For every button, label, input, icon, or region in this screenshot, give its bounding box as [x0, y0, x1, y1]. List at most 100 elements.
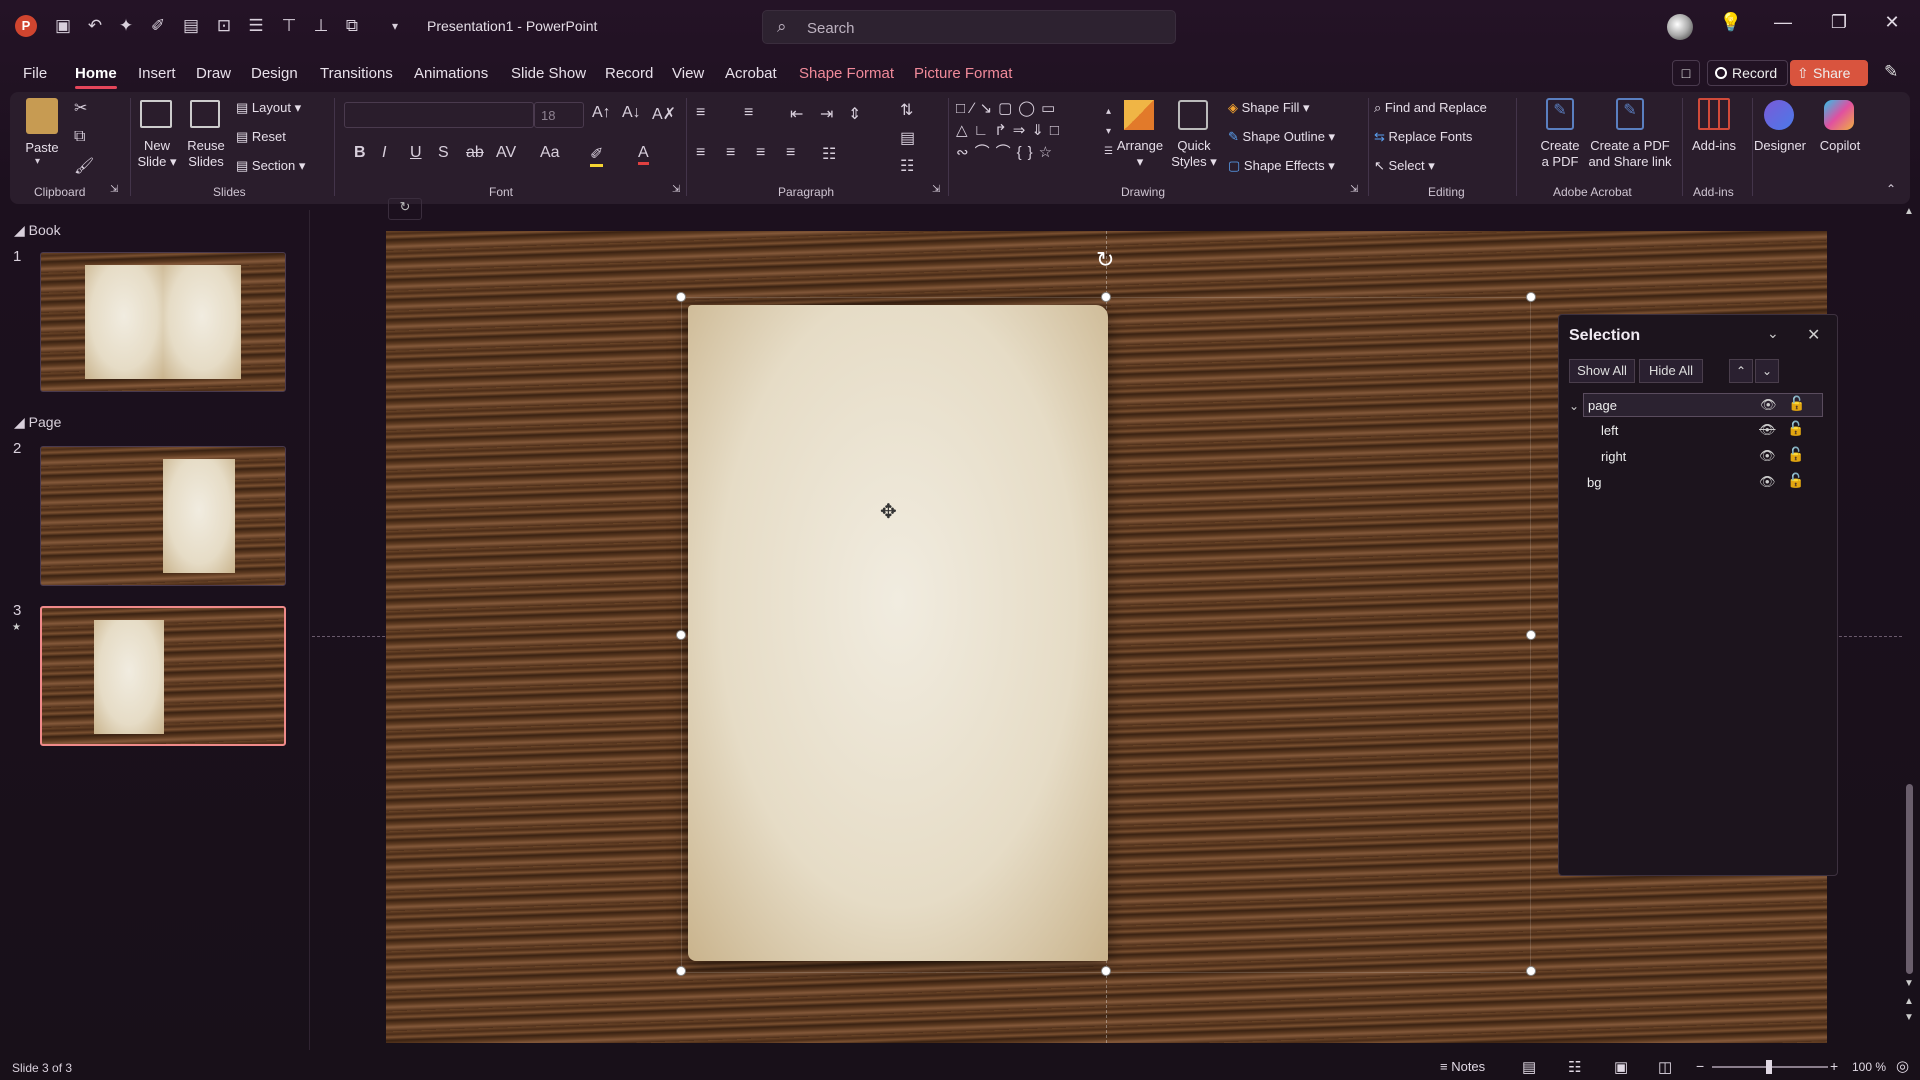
zoom-slider-thumb[interactable] — [1766, 1060, 1772, 1074]
shadow-icon[interactable]: S — [438, 144, 449, 162]
grow-font-icon[interactable]: A↑ — [592, 104, 611, 122]
tab-record[interactable]: Record — [605, 65, 653, 82]
font-name-combo[interactable] — [344, 102, 534, 128]
feedback-icon[interactable]: ✎ — [1884, 62, 1898, 82]
resize-handle[interactable] — [676, 292, 686, 302]
scroll-up-icon[interactable]: ▲ — [1904, 206, 1914, 217]
pane-close-icon[interactable]: ✕ — [1807, 325, 1820, 345]
undo-icon[interactable]: ↶ — [83, 14, 107, 38]
tab-animations[interactable]: Animations — [414, 65, 488, 82]
find-replace-button[interactable]: ⌕ Find and Replace — [1374, 100, 1487, 116]
align-icon[interactable]: ▤ — [179, 14, 203, 38]
text-direction-icon[interactable]: ⇅ — [900, 100, 913, 120]
vertical-scrollbar[interactable]: ▲ ▼ ▲ ▼ — [1900, 206, 1920, 1046]
share-button[interactable]: ⇧ Share — [1790, 60, 1868, 86]
next-slide-icon[interactable]: ▼ — [1904, 1012, 1914, 1023]
collapse-ribbon-icon[interactable]: ⌃ — [1886, 182, 1896, 196]
scroll-thumb[interactable] — [1906, 784, 1913, 974]
shapes-gallery[interactable]: □∕↘▢◯▭ △∟↱⇒⇓□ ∾⌒⌒{}☆ — [956, 98, 1108, 168]
redo-icon[interactable]: ✦ — [114, 14, 138, 38]
avatar[interactable] — [1667, 14, 1693, 40]
numbering-icon[interactable]: ≡ — [744, 104, 753, 122]
create-pdf-icon[interactable]: ✎ — [1546, 98, 1574, 130]
zoom-in-icon[interactable]: + — [1830, 1058, 1838, 1074]
change-case-icon[interactable]: Aa — [540, 144, 560, 162]
send-backward-icon[interactable]: ⌄ — [1755, 359, 1779, 383]
tab-insert[interactable]: Insert — [138, 65, 176, 82]
section-button[interactable]: ▤ Section ▾ — [236, 158, 305, 174]
resize-handle[interactable] — [676, 630, 686, 640]
reuse-slides-icon[interactable] — [190, 100, 220, 128]
distribute-icon[interactable]: ☰ — [244, 14, 268, 38]
zoom-out-icon[interactable]: − — [1696, 1058, 1704, 1074]
tab-draw[interactable]: Draw — [196, 65, 231, 82]
normal-view-icon[interactable]: ▤ — [1522, 1058, 1536, 1076]
lightbulb-icon[interactable]: 💡 — [1716, 12, 1746, 33]
cut-icon[interactable]: ✂ — [74, 98, 87, 118]
record-button[interactable]: Record — [1707, 60, 1788, 86]
clear-formatting-icon[interactable]: A✗ — [652, 104, 676, 124]
reset-button[interactable]: ▤ Reset — [236, 129, 286, 145]
shrink-font-icon[interactable]: A↓ — [622, 104, 641, 122]
zoom-level[interactable]: 100 % — [1852, 1060, 1886, 1074]
slideshow-icon[interactable]: ◫ — [1658, 1058, 1672, 1076]
font-dialog-launcher-icon[interactable]: ⇲ — [672, 184, 680, 195]
italic-icon[interactable]: I — [382, 144, 386, 162]
select-button[interactable]: ↖ Select ▾ — [1374, 158, 1435, 174]
quick-styles-button[interactable]: Quick Styles ▾ — [1170, 138, 1218, 170]
bring-forward-icon[interactable]: ⌃ — [1729, 359, 1753, 383]
pane-options-icon[interactable]: ⌄ — [1767, 325, 1779, 342]
rotate-handle-icon[interactable]: ↻ — [1096, 247, 1114, 273]
char-spacing-icon[interactable]: AV — [496, 144, 516, 162]
slide-thumbnail-3[interactable] — [40, 606, 286, 746]
arrange-button[interactable]: Arrange ▾ — [1116, 138, 1164, 170]
quick-styles-icon[interactable] — [1178, 100, 1208, 130]
reuse-slides-button[interactable]: Reuse Slides — [186, 138, 226, 170]
line-spacing-icon[interactable]: ⇕ — [848, 104, 861, 124]
align-top-icon[interactable]: ⊤ — [277, 14, 301, 38]
crop-icon[interactable]: ⊡ — [212, 14, 236, 38]
tab-picture-format[interactable]: Picture Format — [914, 65, 1012, 82]
add-ins-button[interactable]: Add-ins — [1686, 138, 1742, 154]
expand-group-icon[interactable]: ⌄ — [1569, 399, 1579, 413]
smartart-icon[interactable]: ☷ — [900, 156, 914, 176]
tab-home[interactable]: Home — [75, 65, 117, 89]
underline-icon[interactable]: U — [410, 144, 422, 162]
customize-icon[interactable]: ▾ — [383, 14, 407, 38]
resize-handle[interactable] — [1526, 292, 1536, 302]
bullets-icon[interactable]: ≡ — [696, 104, 705, 122]
lock-open-icon[interactable]: 🔓 — [1788, 395, 1805, 412]
shapes-more-icon[interactable]: ▴ ▾ ☰ — [1104, 102, 1113, 162]
columns-icon[interactable]: ☷ — [822, 144, 836, 164]
tab-shape-format[interactable]: Shape Format — [799, 65, 894, 82]
copilot-button[interactable]: Copilot — [1812, 138, 1868, 154]
reading-view-icon[interactable]: ▣ — [1614, 1058, 1628, 1076]
paste-icon[interactable] — [26, 98, 58, 134]
resize-handle[interactable] — [676, 966, 686, 976]
selection-item-right[interactable]: right 👁 🔓 — [1583, 445, 1823, 469]
justify-icon[interactable]: ≡ — [786, 144, 795, 162]
paragraph-dialog-launcher-icon[interactable]: ⇲ — [932, 184, 940, 195]
tab-acrobat[interactable]: Acrobat — [725, 65, 777, 82]
share-pdf-icon[interactable]: ✎ — [1616, 98, 1644, 130]
previous-slide-icon[interactable]: ▲ — [1904, 996, 1914, 1007]
selection-item-bg[interactable]: bg 👁 🔓 — [1583, 471, 1823, 495]
designer-icon[interactable] — [1764, 100, 1794, 130]
visibility-hidden-icon[interactable]: 👁 — [1759, 422, 1776, 438]
increase-indent-icon[interactable]: ⇥ — [820, 104, 833, 124]
align-text-icon[interactable]: ▤ — [900, 128, 915, 148]
new-slide-icon[interactable] — [140, 100, 172, 128]
paste-button[interactable]: Paste — [24, 140, 60, 156]
dialog-launcher-icon[interactable]: ⇲ — [110, 184, 118, 195]
font-color-icon[interactable]: A — [638, 144, 649, 165]
hide-all-button[interactable]: Hide All — [1639, 359, 1703, 383]
slide-thumbnail-2[interactable] — [40, 446, 286, 586]
create-pdf-button[interactable]: Create a PDF — [1532, 138, 1588, 170]
visibility-eye-icon[interactable]: 👁 — [1760, 397, 1777, 413]
search-box[interactable]: ⌕ Search — [762, 10, 1176, 44]
font-size-combo[interactable]: 18 — [534, 102, 584, 128]
format-painter-icon[interactable]: 🖌 — [74, 156, 94, 176]
resize-handle[interactable] — [1526, 630, 1536, 640]
tab-slide-show[interactable]: Slide Show — [511, 65, 586, 82]
selection-item-left[interactable]: left 👁 🔓 — [1583, 419, 1823, 443]
